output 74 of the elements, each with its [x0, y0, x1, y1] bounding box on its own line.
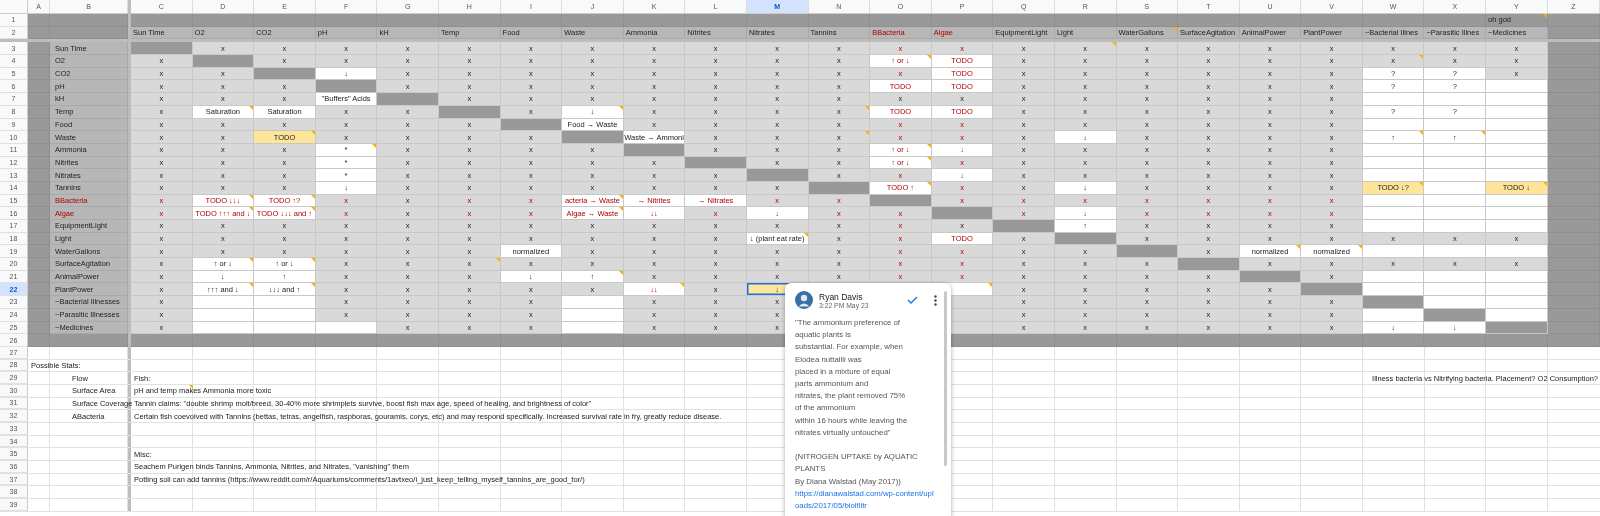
table-cell [438, 14, 501, 27]
table-cell [1362, 334, 1425, 347]
table-cell [1301, 14, 1363, 27]
scrollbar[interactable] [944, 291, 947, 466]
table-cell [315, 334, 378, 347]
table-cell [931, 14, 994, 27]
table-cell [192, 334, 255, 347]
table-cell [1301, 334, 1363, 347]
table-cell [28, 80, 50, 94]
table-cell [1054, 334, 1117, 347]
table-cell [1547, 131, 1600, 144]
table-cell [1116, 14, 1179, 27]
table-cell [1547, 80, 1600, 94]
table-cell [28, 55, 50, 68]
table-cell [1239, 334, 1302, 347]
table-cell [438, 334, 501, 347]
table-cell [28, 14, 50, 27]
table-cell [1547, 42, 1600, 56]
table-cell [993, 334, 1055, 347]
table-cell [254, 334, 316, 347]
table-cell [1239, 14, 1302, 27]
table-cell [1178, 334, 1240, 347]
table-cell [28, 334, 50, 347]
table-cell [377, 334, 439, 347]
table-cell [254, 14, 316, 27]
author-name: Ryan Davis [819, 291, 864, 302]
table-cell [131, 14, 193, 27]
table-cell [685, 14, 747, 27]
table-cell [28, 42, 50, 56]
table-cell [28, 245, 50, 259]
table-cell [1424, 334, 1487, 347]
table-cell [28, 296, 50, 309]
table-cell [1547, 283, 1600, 297]
table-cell [993, 14, 1055, 27]
table-cell [28, 258, 50, 271]
table-cell [1178, 14, 1240, 27]
checkmark-icon[interactable] [907, 296, 918, 304]
table-cell [562, 14, 624, 27]
table-cell [1547, 296, 1600, 309]
table-cell [685, 334, 747, 347]
table-cell [746, 14, 809, 27]
table-cell [1547, 169, 1600, 182]
table-cell [28, 207, 50, 220]
more-icon[interactable] [934, 294, 937, 306]
table-cell [1547, 207, 1600, 220]
table-cell [28, 220, 50, 233]
table-cell [1547, 55, 1600, 68]
table-cell [192, 14, 255, 27]
table-cell [500, 334, 563, 347]
table-cell [1054, 14, 1117, 27]
table-cell [1362, 14, 1425, 27]
table-cell [1116, 334, 1179, 347]
table-cell [870, 14, 932, 27]
table-cell [1547, 334, 1600, 347]
table-cell [28, 131, 50, 144]
table-cell [1547, 258, 1600, 271]
table-cell [623, 14, 686, 27]
table-cell [1547, 220, 1600, 233]
table-cell [1424, 14, 1487, 27]
table-cell [562, 334, 624, 347]
table-cell [623, 334, 686, 347]
table-cell [1486, 334, 1548, 347]
table-cell [808, 14, 871, 27]
table-cell [500, 14, 563, 27]
avatar-icon [795, 291, 813, 309]
table-cell [1547, 93, 1600, 106]
table-cell [377, 14, 439, 27]
table-cell [1547, 245, 1600, 259]
table-cell [315, 14, 378, 27]
table-cell [1547, 14, 1600, 27]
table-cell [131, 334, 193, 347]
table-cell [28, 169, 50, 182]
table-cell [28, 93, 50, 106]
table-cell [28, 283, 50, 297]
